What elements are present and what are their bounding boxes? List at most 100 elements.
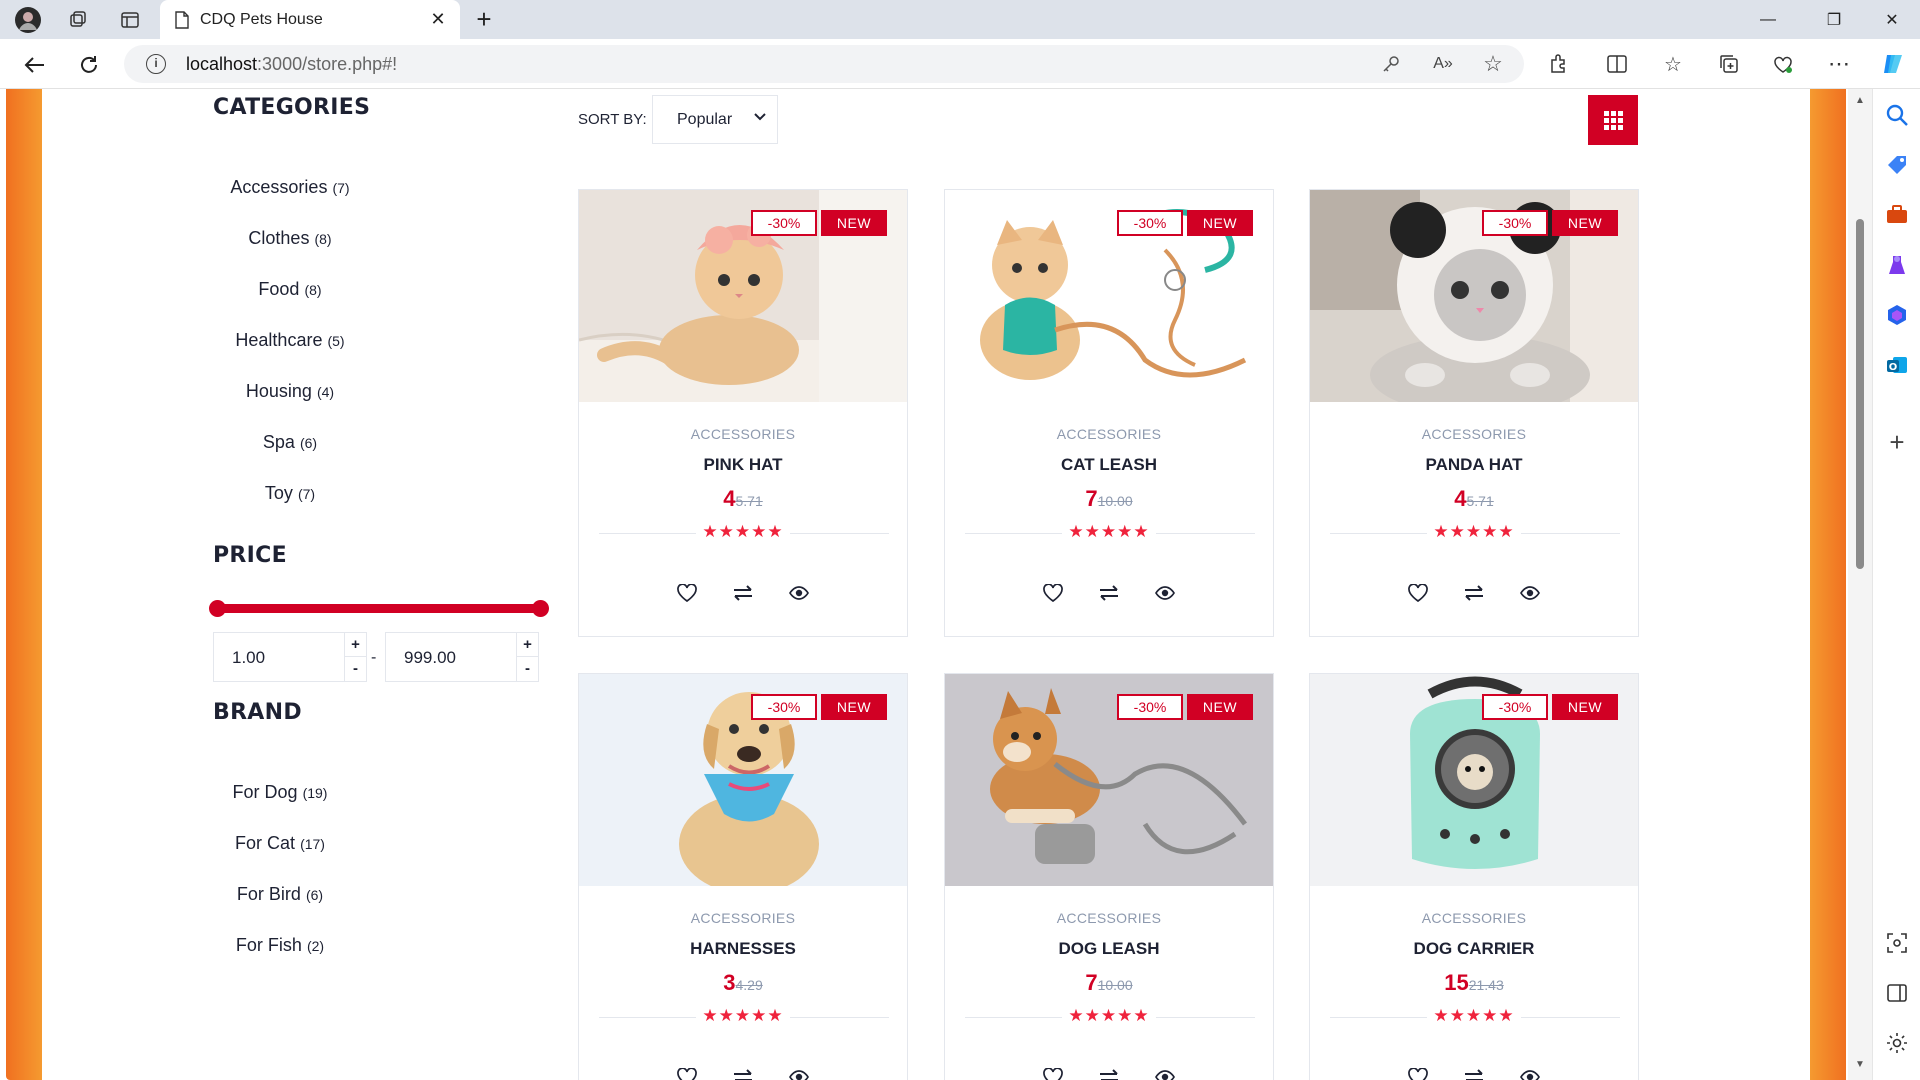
quick-view-eye-icon[interactable] bbox=[788, 1066, 810, 1080]
brand-item[interactable]: For Cat (17) bbox=[180, 833, 380, 854]
new-tab-plus-icon[interactable]: + bbox=[470, 6, 498, 34]
category-item[interactable]: Accessories (7) bbox=[190, 177, 390, 198]
url-text: localhost:3000/store.php#! bbox=[186, 54, 398, 74]
refresh-icon[interactable] bbox=[74, 50, 104, 80]
grid-view-button[interactable] bbox=[1588, 95, 1638, 145]
product-name[interactable]: HARNESSES bbox=[579, 939, 907, 959]
product-actions bbox=[945, 1066, 1273, 1080]
product-card[interactable]: -30% NEW ACCESSORIES HARNESSES 34.29 ★★★… bbox=[578, 673, 908, 1080]
discount-badge: -30% bbox=[751, 210, 817, 236]
screenshot-icon[interactable] bbox=[1885, 931, 1909, 955]
product-card[interactable]: -30% NEW ACCESSORIES PANDA HAT 45.71 ★★★… bbox=[1309, 189, 1639, 637]
settings-gear-icon[interactable] bbox=[1885, 1031, 1909, 1055]
copilot-icon[interactable] bbox=[1880, 51, 1906, 77]
minimize-button[interactable]: — bbox=[1740, 0, 1796, 39]
games-icon[interactable] bbox=[1885, 253, 1909, 277]
scroll-up-arrow-icon[interactable]: ▲ bbox=[1854, 95, 1866, 107]
price-min-increase[interactable]: + bbox=[344, 633, 366, 657]
product-category: ACCESSORIES bbox=[1056, 910, 1162, 926]
product-card[interactable]: -30% NEW ACCESSORIES CAT LEASH 710.00 ★★… bbox=[944, 189, 1274, 637]
compare-icon[interactable] bbox=[732, 1066, 754, 1080]
close-window-button[interactable]: ✕ bbox=[1864, 0, 1920, 39]
page-scrollbar[interactable]: ▲ ▼ bbox=[1848, 89, 1872, 1080]
browser-essentials-icon[interactable] bbox=[1770, 51, 1796, 77]
product-image[interactable]: -30% NEW bbox=[945, 674, 1273, 886]
category-item[interactable]: Toy (7) bbox=[190, 483, 390, 504]
product-rating: ★★★★★ bbox=[945, 1006, 1273, 1026]
product-name[interactable]: PINK HAT bbox=[579, 455, 907, 475]
scroll-thumb[interactable] bbox=[1856, 219, 1864, 569]
product-card[interactable]: -30% NEW ACCESSORIES DOG LEASH 710.00 ★★… bbox=[944, 673, 1274, 1080]
compare-icon[interactable] bbox=[1463, 582, 1485, 604]
category-item[interactable]: Food (8) bbox=[190, 279, 390, 300]
sort-select[interactable]: Popular bbox=[652, 95, 778, 144]
price-max-input[interactable]: 999.00 + - bbox=[385, 632, 539, 682]
price-max-increase[interactable]: + bbox=[516, 633, 538, 657]
product-name[interactable]: DOG CARRIER bbox=[1310, 939, 1638, 959]
favorite-star-icon[interactable]: ☆ bbox=[1482, 51, 1504, 76]
brand-item[interactable]: For Dog (19) bbox=[180, 782, 380, 803]
profile-avatar[interactable] bbox=[14, 6, 42, 34]
category-item[interactable]: Healthcare (5) bbox=[190, 330, 390, 351]
more-icon[interactable]: ⋯ bbox=[1826, 51, 1852, 77]
maximize-button[interactable]: ❐ bbox=[1806, 0, 1862, 39]
key-icon[interactable] bbox=[1380, 53, 1402, 75]
favorites-icon[interactable]: ☆ bbox=[1660, 51, 1686, 77]
price-max-handle[interactable] bbox=[532, 600, 549, 617]
product-name[interactable]: PANDA HAT bbox=[1310, 455, 1638, 475]
quick-view-eye-icon[interactable] bbox=[1154, 582, 1176, 604]
price-min-input[interactable]: 1.00 + - bbox=[213, 632, 367, 682]
close-tab-icon[interactable]: ✕ bbox=[426, 8, 450, 32]
compare-icon[interactable] bbox=[1098, 582, 1120, 604]
category-item[interactable]: Spa (6) bbox=[190, 432, 390, 453]
price-min-handle[interactable] bbox=[209, 600, 226, 617]
quick-view-eye-icon[interactable] bbox=[1519, 582, 1541, 604]
quick-view-eye-icon[interactable] bbox=[1154, 1066, 1176, 1080]
quick-view-eye-icon[interactable] bbox=[1519, 1066, 1541, 1080]
price-min-decrease[interactable]: - bbox=[344, 657, 366, 681]
product-card[interactable]: -30% NEW ACCESSORIES PINK HAT 45.71 ★★★★… bbox=[578, 189, 908, 637]
brand-item[interactable]: For Fish (2) bbox=[180, 935, 380, 956]
collections-icon[interactable] bbox=[1716, 51, 1742, 77]
tab-actions-icon[interactable] bbox=[116, 6, 144, 34]
tools-briefcase-icon[interactable] bbox=[1885, 203, 1909, 227]
browser-tab[interactable]: CDQ Pets House ✕ bbox=[160, 0, 460, 39]
product-name[interactable]: CAT LEASH bbox=[945, 455, 1273, 475]
search-icon[interactable] bbox=[1885, 103, 1909, 127]
wishlist-heart-icon[interactable] bbox=[1407, 1066, 1429, 1080]
product-image[interactable]: -30% NEW bbox=[945, 190, 1273, 402]
product-image[interactable]: -30% NEW bbox=[579, 674, 907, 886]
back-icon[interactable] bbox=[20, 50, 50, 80]
quick-view-eye-icon[interactable] bbox=[788, 582, 810, 604]
product-image[interactable]: -30% NEW bbox=[1310, 674, 1638, 886]
extensions-icon[interactable] bbox=[1546, 51, 1572, 77]
wishlist-heart-icon[interactable] bbox=[1042, 582, 1064, 604]
compare-icon[interactable] bbox=[1463, 1066, 1485, 1080]
sidebar-toggle-icon[interactable] bbox=[1885, 981, 1909, 1005]
url-field[interactable]: i localhost:3000/store.php#! A» ☆ bbox=[124, 45, 1524, 83]
read-aloud-icon[interactable]: A» bbox=[1432, 53, 1454, 75]
wishlist-heart-icon[interactable] bbox=[676, 1066, 698, 1080]
price-range-slider[interactable] bbox=[209, 600, 549, 617]
microsoft-365-icon[interactable] bbox=[1885, 303, 1909, 327]
compare-icon[interactable] bbox=[732, 582, 754, 604]
site-info-icon[interactable]: i bbox=[146, 54, 166, 74]
split-screen-icon[interactable] bbox=[1604, 51, 1630, 77]
product-card[interactable]: -30% NEW ACCESSORIES DOG CARRIER 1521.43… bbox=[1309, 673, 1639, 1080]
wishlist-heart-icon[interactable] bbox=[1407, 582, 1429, 604]
outlook-icon[interactable]: O bbox=[1885, 353, 1909, 377]
scroll-down-arrow-icon[interactable]: ▼ bbox=[1854, 1059, 1866, 1071]
product-image[interactable]: -30% NEW bbox=[1310, 190, 1638, 402]
compare-icon[interactable] bbox=[1098, 1066, 1120, 1080]
category-item[interactable]: Clothes (8) bbox=[190, 228, 390, 249]
product-name[interactable]: DOG LEASH bbox=[945, 939, 1273, 959]
workspaces-icon[interactable] bbox=[64, 6, 92, 34]
add-plus-icon[interactable]: + bbox=[1885, 429, 1909, 455]
product-image[interactable]: -30% NEW bbox=[579, 190, 907, 402]
category-item[interactable]: Housing (4) bbox=[190, 381, 390, 402]
shopping-tag-icon[interactable] bbox=[1885, 153, 1909, 177]
wishlist-heart-icon[interactable] bbox=[676, 582, 698, 604]
price-max-decrease[interactable]: - bbox=[516, 657, 538, 681]
wishlist-heart-icon[interactable] bbox=[1042, 1066, 1064, 1080]
brand-item[interactable]: For Bird (6) bbox=[180, 884, 380, 905]
